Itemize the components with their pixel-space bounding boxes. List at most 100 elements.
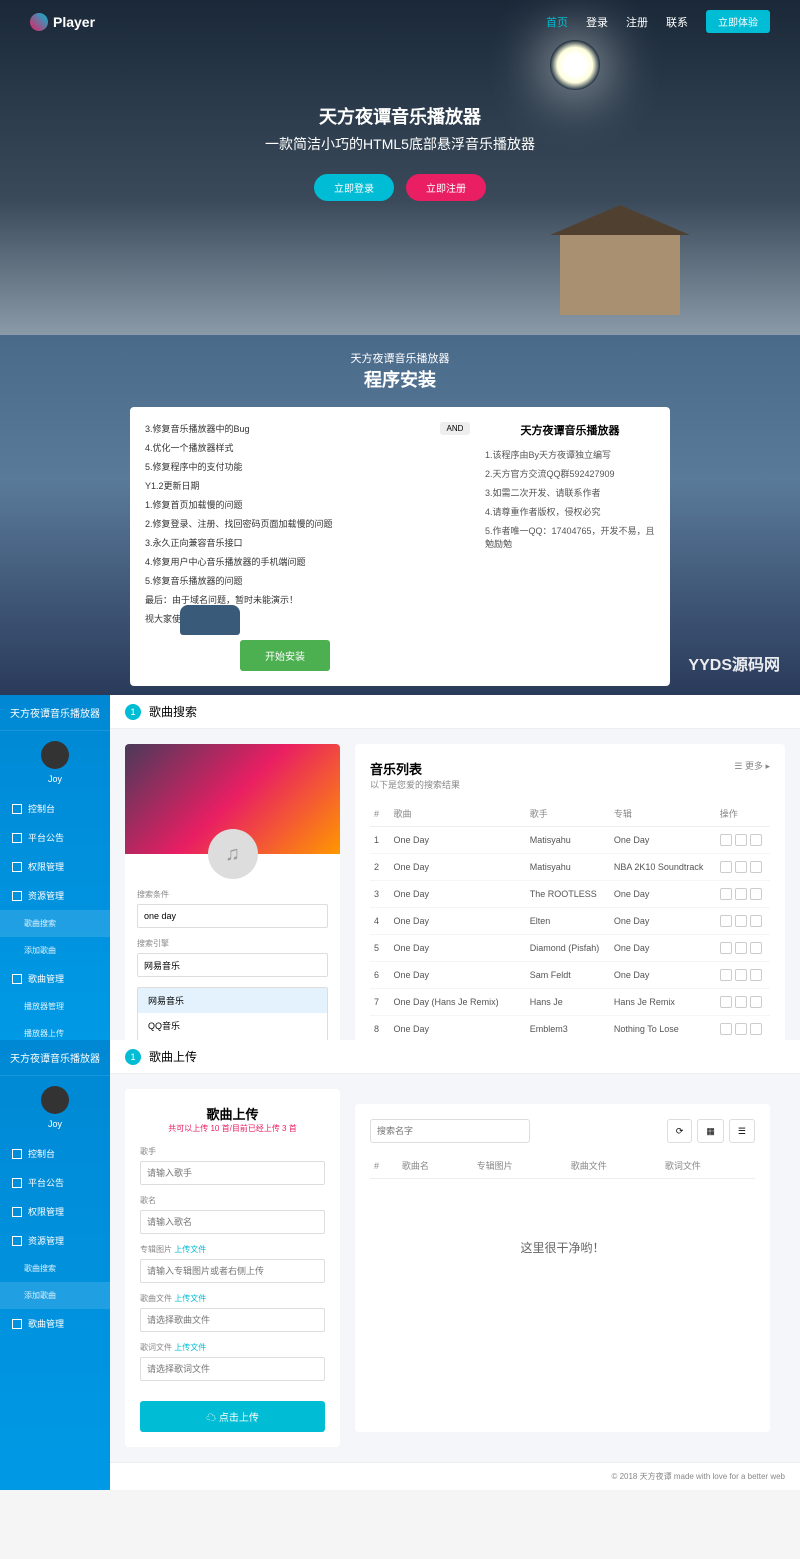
and-label: AND xyxy=(440,422,470,435)
table-row[interactable]: 5One DayDiamond (Pisfah)One Day xyxy=(370,935,770,962)
menu-player-upload[interactable]: 播放器上传 xyxy=(0,1020,110,1040)
download-icon[interactable] xyxy=(750,1023,762,1035)
sidebar: 天方夜谭音乐播放器 Joy 控制台 平台公告 权限管理 资源管理 歌曲搜索 添加… xyxy=(0,695,110,1040)
submit-upload-button[interactable]: ☁ 点击上传 xyxy=(140,1401,325,1432)
nav-contact[interactable]: 联系 xyxy=(666,14,688,30)
logo[interactable]: Player xyxy=(30,13,95,31)
start-install-button[interactable]: 开始安装 xyxy=(240,640,330,671)
more-link[interactable]: ☰ 更多 ▸ xyxy=(734,759,770,772)
upload-field[interactable] xyxy=(140,1161,325,1185)
menu-notice[interactable]: 平台公告 xyxy=(0,823,110,852)
nav-login[interactable]: 登录 xyxy=(586,14,608,30)
add-icon[interactable] xyxy=(735,915,747,927)
resource-icon xyxy=(12,891,22,901)
table-row[interactable]: 4One DayEltenOne Day xyxy=(370,908,770,935)
upload-search-input[interactable] xyxy=(370,1119,530,1143)
page-header: 1 歌曲上传 xyxy=(110,1040,800,1074)
sidebar-user[interactable]: Joy xyxy=(0,1076,110,1139)
nav-home[interactable]: 首页 xyxy=(546,14,568,30)
notice-icon xyxy=(12,833,22,843)
menu-permission[interactable]: 权限管理 xyxy=(0,852,110,881)
play-icon[interactable] xyxy=(720,915,732,927)
download-icon[interactable] xyxy=(750,888,762,900)
upload-field[interactable] xyxy=(140,1210,325,1234)
register-button[interactable]: 立即注册 xyxy=(406,174,486,201)
upload-table: # 歌曲名 专辑图片 歌曲文件 歌词文件 xyxy=(370,1153,755,1179)
menu-song-search[interactable]: 歌曲搜索 xyxy=(0,910,110,937)
upload-list-card: ⟳ ▦ ☰ # 歌曲名 专辑图片 歌曲文件 歌词文件 这里很干净哟！ xyxy=(355,1104,770,1432)
menu-dashboard[interactable]: 控制台 xyxy=(0,1139,110,1168)
menu-resource[interactable]: 资源管理 xyxy=(0,1226,110,1255)
download-icon[interactable] xyxy=(750,996,762,1008)
add-icon[interactable] xyxy=(735,861,747,873)
download-icon[interactable] xyxy=(750,861,762,873)
play-icon[interactable] xyxy=(720,888,732,900)
table-row[interactable]: 7One Day (Hans Je Remix)Hans JeHans Je R… xyxy=(370,989,770,1016)
play-icon[interactable] xyxy=(720,969,732,981)
play-icon[interactable] xyxy=(720,834,732,846)
engine-dropdown: 网易音乐 QQ音乐 虾米音乐 酷狗音乐 百度音乐 xyxy=(137,987,328,1040)
login-button[interactable]: 立即登录 xyxy=(314,174,394,201)
add-icon[interactable] xyxy=(735,1023,747,1035)
play-icon[interactable] xyxy=(720,1023,732,1035)
search-card: ♫ 搜索条件 搜索引擎 网易音乐 QQ音乐 虾米音乐 酷狗音乐 百度音乐 xyxy=(125,744,340,1040)
download-icon[interactable] xyxy=(750,969,762,981)
table-row[interactable]: 1One DayMatisyahuOne Day xyxy=(370,827,770,854)
menu-song-manage[interactable]: 歌曲管理 xyxy=(0,964,110,993)
refresh-button[interactable]: ⟳ xyxy=(667,1119,693,1143)
upload-file-link[interactable]: 上传文件 xyxy=(174,1245,206,1254)
upload-subtitle: 共可以上传 10 首/目前已经上传 3 首 xyxy=(140,1123,325,1134)
add-icon[interactable] xyxy=(735,969,747,981)
table-row[interactable]: 8One DayEmblem3Nothing To Lose xyxy=(370,1016,770,1041)
add-icon[interactable] xyxy=(735,834,747,846)
menu-resource[interactable]: 资源管理 xyxy=(0,881,110,910)
sidebar-user[interactable]: Joy xyxy=(0,731,110,794)
table-row[interactable]: 6One DaySam FeldtOne Day xyxy=(370,962,770,989)
list-button[interactable]: ☰ xyxy=(729,1119,755,1143)
upload-file-link[interactable]: 上传文件 xyxy=(174,1343,206,1352)
play-icon[interactable] xyxy=(720,861,732,873)
add-icon[interactable] xyxy=(735,888,747,900)
add-icon[interactable] xyxy=(735,996,747,1008)
sidebar-title: 天方夜谭音乐播放器 xyxy=(0,695,110,731)
permission-icon xyxy=(12,862,22,872)
permission-icon xyxy=(12,1207,22,1217)
menu-permission[interactable]: 权限管理 xyxy=(0,1197,110,1226)
menu-add-song[interactable]: 添加歌曲 xyxy=(0,1282,110,1309)
page-badge: 1 xyxy=(125,1049,141,1065)
main-content: 1 歌曲搜索 ♫ 搜索条件 搜索引擎 网易音乐 QQ音乐 虾米音乐 酷狗音乐 xyxy=(110,695,800,1040)
hero-section: Player 首页 登录 注册 联系 立即体验 天方夜谭音乐播放器 一款简洁小巧… xyxy=(0,0,800,335)
upload-field[interactable] xyxy=(140,1357,325,1381)
menu-notice[interactable]: 平台公告 xyxy=(0,1168,110,1197)
menu-dashboard[interactable]: 控制台 xyxy=(0,794,110,823)
menu-song-manage[interactable]: 歌曲管理 xyxy=(0,1309,110,1338)
table-row[interactable]: 2One DayMatisyahuNBA 2K10 Soundtrack xyxy=(370,854,770,881)
download-icon[interactable] xyxy=(750,942,762,954)
menu-player-manage[interactable]: 播放器管理 xyxy=(0,993,110,1020)
page-title: 歌曲搜索 xyxy=(149,703,197,720)
play-icon[interactable] xyxy=(720,942,732,954)
hero-title: 天方夜谭音乐播放器 xyxy=(0,103,800,129)
upload-field[interactable] xyxy=(140,1259,325,1283)
add-icon[interactable] xyxy=(735,942,747,954)
download-icon[interactable] xyxy=(750,834,762,846)
nav-register[interactable]: 注册 xyxy=(626,14,648,30)
sidebar-menu: 控制台 平台公告 权限管理 资源管理 歌曲搜索 添加歌曲 歌曲管理 xyxy=(0,1139,110,1338)
engine-option[interactable]: QQ音乐 xyxy=(138,1013,327,1038)
engine-option[interactable]: 网易音乐 xyxy=(138,988,327,1013)
download-icon[interactable] xyxy=(750,915,762,927)
field-label: 歌曲文件 上传文件 xyxy=(140,1293,325,1304)
footer: © 2018 天方夜谭 made with love for a better … xyxy=(110,1462,800,1490)
play-icon[interactable] xyxy=(720,996,732,1008)
avatar xyxy=(41,1086,69,1114)
grid-button[interactable]: ▦ xyxy=(697,1119,724,1143)
nav-cta-button[interactable]: 立即体验 xyxy=(706,10,770,33)
search-input[interactable] xyxy=(137,904,328,928)
menu-song-search[interactable]: 歌曲搜索 xyxy=(0,1255,110,1282)
upload-field[interactable] xyxy=(140,1308,325,1332)
table-row[interactable]: 3One DayThe ROOTLESSOne Day xyxy=(370,881,770,908)
upload-file-link[interactable]: 上传文件 xyxy=(174,1294,206,1303)
engine-select[interactable] xyxy=(137,953,328,977)
menu-add-song[interactable]: 添加歌曲 xyxy=(0,937,110,964)
song-icon xyxy=(12,974,22,984)
